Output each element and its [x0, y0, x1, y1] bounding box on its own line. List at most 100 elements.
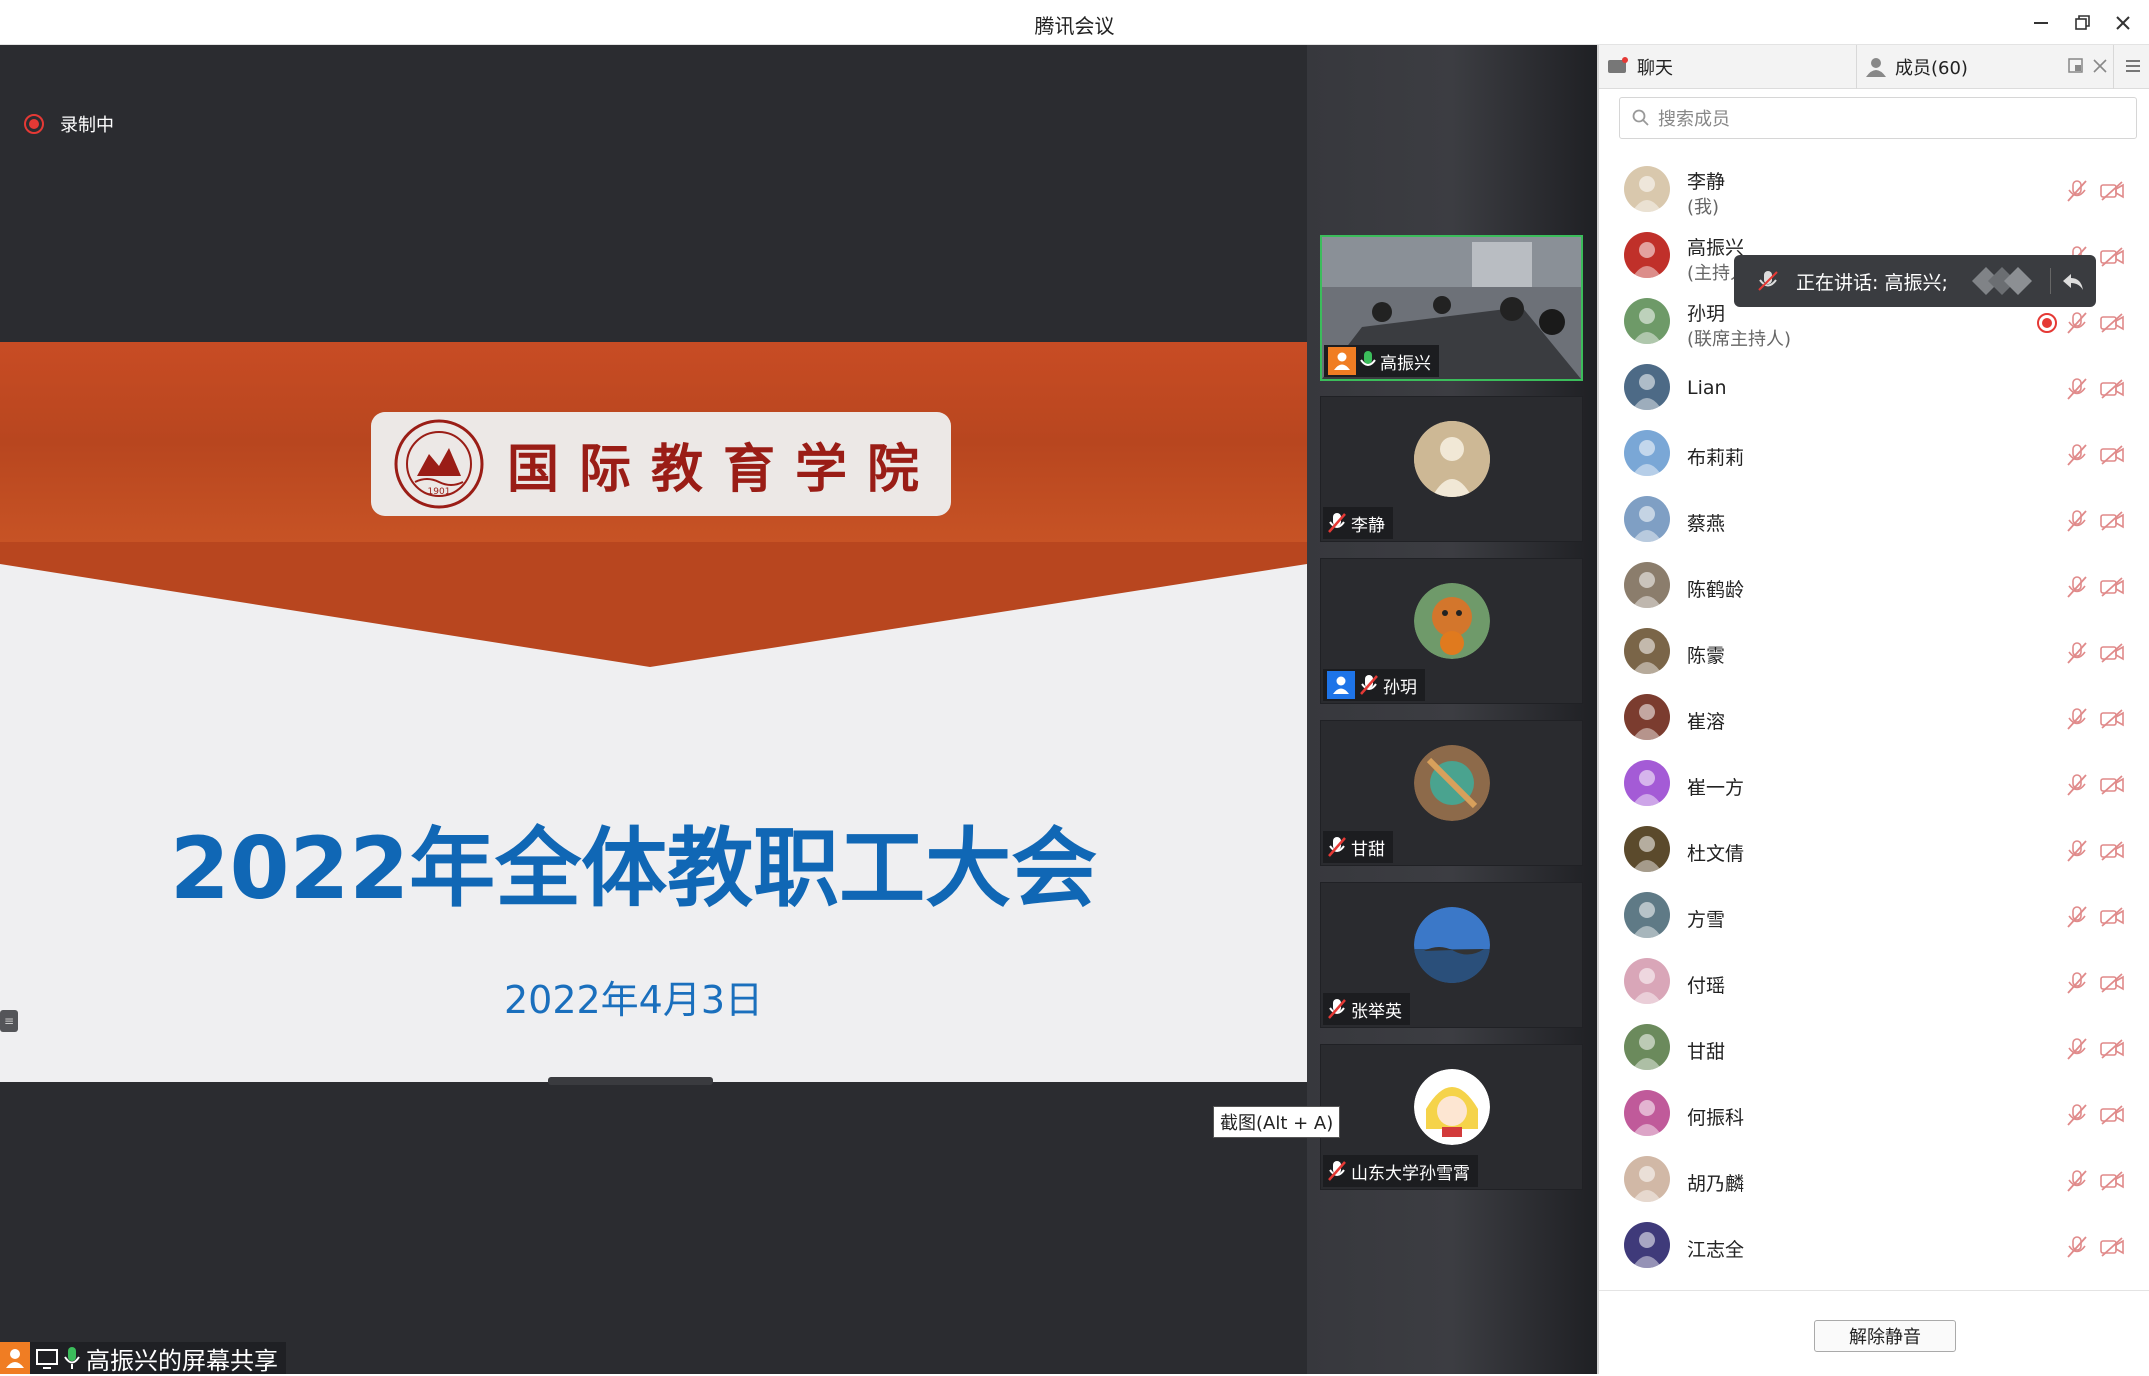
mic-muted-icon [1328, 513, 1346, 533]
video-tile[interactable]: 甘甜 [1320, 720, 1583, 866]
mic-muted-icon[interactable] [2064, 838, 2090, 864]
mic-muted-icon[interactable] [2064, 1036, 2090, 1062]
video-tile[interactable]: 高振兴 [1320, 235, 1583, 381]
camera-off-icon[interactable] [2099, 1036, 2125, 1062]
unmute-button[interactable]: 解除静音 [1814, 1320, 1956, 1352]
avatar [1624, 826, 1670, 872]
camera-off-icon[interactable] [2099, 1234, 2125, 1260]
video-tile[interactable]: 山东大学孙雪霄 [1320, 1044, 1583, 1190]
camera-off-icon[interactable] [2099, 772, 2125, 798]
member-row[interactable]: 李静 (我) [1599, 157, 2149, 223]
mic-muted-icon [1328, 999, 1346, 1019]
close-panel-icon[interactable] [2091, 57, 2109, 79]
recording-indicator[interactable]: 录制中 [24, 111, 114, 137]
avatar [1624, 232, 1670, 278]
avatar [1624, 496, 1670, 542]
minimize-icon[interactable] [2024, 6, 2058, 40]
video-tile[interactable]: 张举英 [1320, 882, 1583, 1028]
member-name: 蔡燕 [1687, 513, 1726, 535]
screenshot-tooltip: 截图(Alt + A) [1213, 1106, 1341, 1138]
host-badge-icon [0, 1342, 30, 1374]
university-seal-icon: 1901 [394, 419, 484, 509]
member-row[interactable]: 方雪 [1599, 883, 2149, 949]
camera-off-icon[interactable] [2099, 178, 2125, 204]
member-name: 崔一方 [1687, 777, 1745, 799]
camera-off-icon[interactable] [2099, 640, 2125, 666]
member-row[interactable]: 何振科 [1599, 1081, 2149, 1147]
member-row[interactable]: 崔溶 [1599, 685, 2149, 751]
avatar [1413, 421, 1490, 497]
camera-off-icon[interactable] [2099, 904, 2125, 930]
camera-off-icon[interactable] [2099, 376, 2125, 402]
member-name: 陈霥 [1687, 645, 1726, 667]
host-badge-icon [1328, 347, 1356, 375]
college-name: 国际教育学院 [507, 438, 940, 500]
mic-on-icon [1360, 351, 1376, 366]
restore-icon[interactable] [2066, 6, 2100, 40]
camera-off-icon[interactable] [2099, 442, 2125, 468]
camera-off-icon[interactable] [2099, 508, 2125, 534]
member-row[interactable]: 布莉莉 [1599, 421, 2149, 487]
mic-muted-icon[interactable] [2064, 310, 2090, 336]
mic-muted-icon[interactable] [2064, 904, 2090, 930]
slide-scroll-indicator[interactable] [548, 1077, 713, 1085]
member-row[interactable]: 甘甜 [1599, 1015, 2149, 1081]
mic-muted-icon [1360, 675, 1378, 695]
mic-muted-icon[interactable] [2064, 508, 2090, 534]
mic-muted-icon[interactable] [2064, 574, 2090, 600]
mic-muted-icon[interactable] [2064, 1102, 2090, 1128]
camera-off-icon[interactable] [2099, 706, 2125, 732]
member-row[interactable]: 陈霥 [1599, 619, 2149, 685]
member-name: Lian [1687, 377, 1727, 399]
member-row[interactable]: Lian [1599, 355, 2149, 421]
camera-off-icon[interactable] [2099, 244, 2125, 270]
mic-muted-icon[interactable] [2064, 772, 2090, 798]
member-row[interactable]: 付瑶 [1599, 949, 2149, 1015]
members-icon [1866, 58, 1886, 77]
avatar [1624, 628, 1670, 674]
avatar [1413, 1069, 1490, 1145]
mic-muted-icon[interactable] [2064, 1234, 2090, 1260]
tile-name-bar: 李静 [1323, 507, 1393, 539]
member-row[interactable]: 杜文倩 [1599, 817, 2149, 883]
camera-off-icon[interactable] [2099, 970, 2125, 996]
reply-icon[interactable] [2061, 270, 2085, 292]
recording-icon [2034, 310, 2060, 336]
popout-icon[interactable] [2067, 57, 2085, 79]
search-members-input[interactable]: 搜索成员 [1619, 97, 2137, 139]
avatar [1624, 1156, 1670, 1202]
tile-name-bar: 高振兴 [1324, 345, 1439, 377]
member-row[interactable]: 蔡燕 [1599, 487, 2149, 553]
camera-off-icon[interactable] [2099, 574, 2125, 600]
recording-label: 录制中 [60, 115, 114, 136]
cohost-badge-icon [1327, 671, 1355, 699]
window-title: 腾讯会议 [1034, 14, 1115, 38]
video-tile[interactable]: 李静 [1320, 396, 1583, 542]
camera-off-icon[interactable] [2099, 1102, 2125, 1128]
camera-off-icon[interactable] [2099, 1168, 2125, 1194]
tab-members[interactable]: 成员(60) [1865, 45, 1968, 89]
close-icon[interactable] [2106, 6, 2140, 40]
camera-off-icon[interactable] [2099, 310, 2125, 336]
menu-icon[interactable] [2125, 57, 2141, 79]
video-tile[interactable]: 孙玥 [1320, 558, 1583, 704]
screen-share-label: 高振兴的屏幕共享 [0, 1342, 286, 1375]
member-row[interactable]: 胡乃麟 [1599, 1147, 2149, 1213]
member-row[interactable]: 江志全 [1599, 1213, 2149, 1279]
mic-muted-icon[interactable] [2064, 376, 2090, 402]
member-role: (我) [1687, 197, 1720, 218]
mic-muted-icon[interactable] [2064, 640, 2090, 666]
mic-muted-icon[interactable] [2064, 178, 2090, 204]
member-row[interactable]: 陈鹤龄 [1599, 553, 2149, 619]
side-panel-handle[interactable]: ≡ [0, 1010, 18, 1032]
member-name: 孙玥 [1687, 303, 1726, 325]
screen-share-icon [36, 1349, 58, 1369]
member-row[interactable]: 崔一方 [1599, 751, 2149, 817]
camera-off-icon[interactable] [2099, 838, 2125, 864]
mic-muted-icon[interactable] [2064, 970, 2090, 996]
mic-muted-icon[interactable] [2064, 706, 2090, 732]
member-name: 布莉莉 [1687, 447, 1745, 469]
tab-chat[interactable]: 聊天 [1607, 45, 1673, 89]
mic-muted-icon[interactable] [2064, 442, 2090, 468]
mic-muted-icon[interactable] [2064, 1168, 2090, 1194]
